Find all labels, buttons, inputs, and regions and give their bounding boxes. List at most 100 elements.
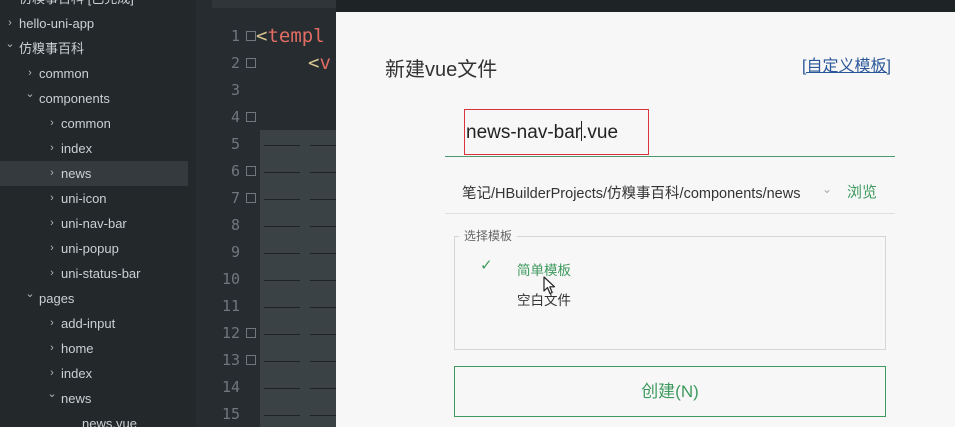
line-number: 9 [230, 243, 240, 261]
indent-guide [310, 172, 336, 173]
indent-guide [264, 226, 300, 227]
indent-guide [264, 307, 300, 308]
indent-guide [310, 388, 336, 389]
code-editor[interactable]: <templ <v 1 2 3 4 5 6 7 8 9 10 11 12 13 14 15 [196, 0, 336, 427]
indent-guide [310, 334, 336, 335]
tree-item-label: uni-icon [61, 191, 107, 206]
tree-item[interactable]: ⌄ pages [0, 286, 188, 311]
tree-item-label: news.vue [82, 416, 137, 427]
line-number: 5 [230, 135, 240, 153]
line-number: 13 [221, 351, 240, 369]
path-divider [445, 213, 895, 214]
indent-guide [310, 199, 336, 200]
line-number: 8 [230, 216, 240, 234]
tree-item-label: components [39, 91, 110, 106]
indent-guide [264, 199, 300, 200]
chevron-right-icon[interactable]: › [46, 111, 58, 136]
code-tag: v [319, 52, 331, 74]
code-bracket: < [308, 52, 320, 74]
indent-guide [264, 253, 300, 254]
mouse-pointer-icon [543, 276, 556, 295]
chevron-right-icon[interactable]: › [46, 186, 58, 211]
indent-guide [310, 307, 336, 308]
tree-item-label: news [61, 166, 92, 181]
create-button[interactable]: 创建(N) [454, 366, 886, 417]
line-number: 4 [230, 108, 240, 126]
chevron-right-icon[interactable]: › [4, 0, 16, 11]
tree-item-label: index [61, 141, 93, 156]
indent-guide [310, 226, 336, 227]
chevron-down-icon[interactable]: ⌄ [46, 382, 58, 407]
indent-guide [310, 145, 336, 146]
tree-item[interactable]: › home [0, 336, 188, 361]
fold-toggle-icon[interactable] [246, 193, 256, 203]
line-number: 11 [221, 297, 240, 315]
line-number: 1 [230, 27, 240, 45]
line-number: 6 [230, 162, 240, 180]
tree-item[interactable]: › common [0, 111, 188, 136]
chevron-right-icon[interactable]: › [46, 136, 58, 161]
fold-toggle-icon[interactable] [246, 355, 256, 365]
fold-toggle-icon[interactable] [246, 58, 256, 68]
line-number: 14 [221, 378, 240, 396]
indent-guide [310, 415, 336, 416]
fold-toggle-icon[interactable] [246, 166, 256, 176]
tree-item[interactable]: › uni-popup [0, 236, 188, 261]
tree-item[interactable]: ⌄ news [0, 386, 188, 411]
tree-item-label: uni-nav-bar [61, 216, 127, 231]
chevron-right-icon[interactable]: › [46, 311, 58, 336]
line-number: 10 [221, 270, 240, 288]
tree-item[interactable]: news.vue [0, 411, 188, 427]
tree-item[interactable]: › add-input [0, 311, 188, 336]
tree-item-label: add-input [61, 316, 116, 331]
fold-toggle-icon[interactable] [246, 31, 256, 41]
tree-item[interactable]: › news [0, 161, 188, 186]
tree-item[interactable]: › index [0, 136, 188, 161]
indent-guide [264, 334, 300, 335]
line-number: 7 [230, 189, 240, 207]
code-line-2: <v [308, 52, 331, 74]
chevron-down-icon[interactable]: ⌄ [24, 82, 36, 107]
tree-item-label: uni-popup [61, 241, 119, 256]
tree-item-label: common [39, 66, 89, 81]
filename-input[interactable]: news-nav-bar.vue [466, 121, 618, 144]
indent-guide [264, 361, 300, 362]
browse-button[interactable]: 浏览 [847, 181, 877, 202]
chevron-right-icon[interactable]: › [46, 261, 58, 286]
chevron-right-icon[interactable]: › [46, 336, 58, 361]
indent-guide [264, 280, 300, 281]
tree-item[interactable]: › uni-icon [0, 186, 188, 211]
tree-item-label: 仿糗事百科 [19, 41, 85, 56]
tree-item[interactable]: ⌄ components [0, 86, 188, 111]
chevron-right-icon[interactable]: › [46, 236, 58, 261]
indent-guide [310, 361, 336, 362]
filename-extension: .vue [582, 122, 619, 143]
tree-item-label: news [61, 391, 92, 406]
dialog-title: 新建vue文件 [385, 59, 498, 81]
project-explorer: ›仿糗事百科 [已完成]›hello-uni-app⌄仿糗事百科›common⌄… [0, 0, 196, 427]
indent-guide [264, 172, 300, 173]
fold-toggle-icon[interactable] [246, 112, 256, 122]
chevron-right-icon[interactable]: › [46, 161, 58, 186]
checkmark-icon: ✓ [480, 257, 493, 274]
chevron-down-icon[interactable]: ⌄ [24, 282, 36, 307]
tree-item-label: 仿糗事百科 [已完成] [19, 0, 134, 11]
chevron-down-icon[interactable]: ⌄ [4, 32, 16, 57]
tree-item-label: home [61, 341, 94, 356]
chevron-right-icon[interactable]: › [46, 211, 58, 236]
line-number: 3 [230, 81, 240, 99]
custom-template-link[interactable]: [自定义模板] [802, 52, 891, 76]
tree-item[interactable]: › uni-nav-bar [0, 211, 188, 236]
tree-item[interactable]: ›仿糗事百科 [已完成] [0, 0, 188, 11]
tree-item[interactable]: ⌄ 仿糗事百科 [0, 36, 188, 61]
tree-item[interactable]: › index [0, 361, 188, 386]
code-tag: templ [267, 25, 325, 47]
fold-toggle-icon[interactable] [246, 328, 256, 338]
code-bracket: < [256, 25, 268, 47]
tree-item-label: common [61, 116, 111, 131]
code-line-1: <templ [256, 25, 325, 47]
chevron-down-icon[interactable]: ⌄ [822, 182, 832, 196]
save-path-field[interactable]: 笔记/HBuilderProjects/仿糗事百科/components/new… [462, 182, 800, 203]
tree-item[interactable]: › hello-uni-app [0, 11, 188, 36]
tree-item-label: pages [39, 291, 75, 306]
